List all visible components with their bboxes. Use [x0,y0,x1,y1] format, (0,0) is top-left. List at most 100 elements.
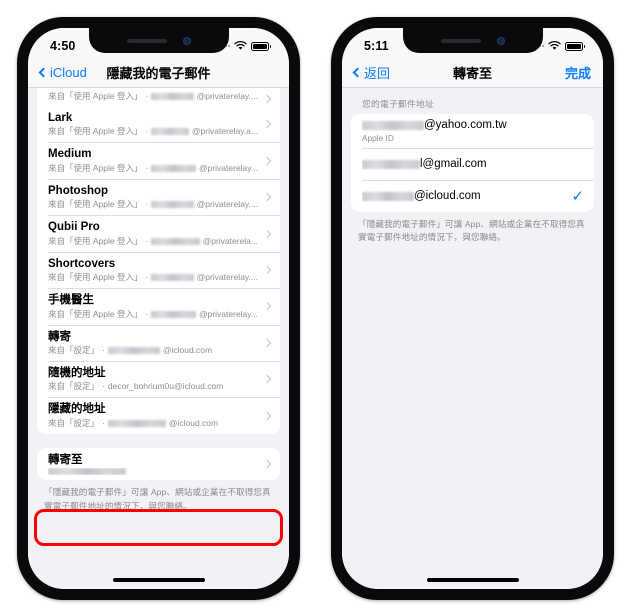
checkmark-icon: ✓ [571,187,584,205]
subtitle-source: 來自「使用 Apple 登入」 [48,199,143,210]
footnote-right: 「隱藏我的電子郵件」可讓 App、網站或企業在不取得您真實電子郵件地址的情況下，… [358,219,585,243]
back-button-label: 返回 [364,66,391,81]
table-row[interactable]: Photoshop 來自「使用 Apple 登入」 · @privaterelay..… [37,178,280,215]
table-row[interactable]: 隱藏的地址 來自「設定」 · @icloud.com [37,397,280,433]
email-option-row[interactable]: @yahoo.com.tw Apple ID [351,114,594,148]
home-indicator[interactable] [112,578,205,582]
hide-my-email-list: Lark 來自「使用 Apple 登入」 · @privaterelay.a... Me… [37,106,280,434]
screen-left: 4:50 iCloud 隱藏我的電子郵件 來自「使用 Apple 登入」 · @… [28,28,289,589]
forward-to-row[interactable]: 轉寄至 [37,448,280,480]
table-row[interactable]: 轉寄來自「設定」 · @icloud.com [37,324,280,361]
redacted-email-local-part [151,274,194,282]
row-main: @icloud.com [362,190,565,202]
list-item-title: Photoshop [48,184,109,197]
status-time: 4:50 [50,39,76,53]
list-content-right[interactable]: 您的電子郵件地址 @yahoo.com.tw Apple ID l@gmail.co… [342,88,603,589]
subtitle-domain: @privaterelay.... [196,272,258,283]
list-item-subtitle: 來自「設定」 · @icloud.com [48,418,258,429]
table-row[interactable]: Qubii Pro 來自「使用 Apple 登入」 · @privaterela... [37,215,280,251]
subtitle-separator: · [145,199,149,210]
list-item-subtitle: 來自「使用 Apple 登入」 · @privaterelay.... [48,272,258,283]
row-main: 隱藏的地址 來自「設定」 · @icloud.com [48,402,258,428]
subtitle-domain: @icloud.com [162,344,213,355]
subtitle-domain: @privaterela... [202,235,258,246]
notch [402,28,543,53]
footnote-left: 「隱藏我的電子郵件」可讓 App、網站或企業在不取得您真實電子郵件地址的情況下，… [44,487,271,511]
row-main: 轉寄至 [48,453,258,476]
partial-row-main: 來自「使用 Apple 登入」 · @privaterelay.... [48,90,258,102]
email-domain: @yahoo.com.tw [424,119,507,131]
email-option-row[interactable]: l@gmail.com [351,148,594,180]
list-item-subtitle: 來自「使用 Apple 登入」 · @privaterelay... [48,309,258,320]
email-option-row[interactable]: @icloud.com ✓ [351,180,594,212]
subtitle-separator: · [102,417,105,428]
forward-to-card: 轉寄至 [37,447,280,481]
row-main: Shortcovers 來自「使用 Apple 登入」 · @privaterelay… [48,257,258,283]
subtitle-source: 來自「使用 Apple 登入」 [48,235,143,246]
row-main: Qubii Pro 來自「使用 Apple 登入」 · @privaterela... [48,220,258,246]
redacted-email-local-part [151,310,196,318]
list-item-subtitle: 來自「使用 Apple 登入」 · @privaterelay... [48,163,258,174]
redacted-email-local-part [151,201,194,209]
screenshot-stage: 4:50 iCloud 隱藏我的電子郵件 來自「使用 Apple 登入」 · @… [0,0,632,611]
subtitle-source: 來自「使用 Apple 登入」 [48,272,143,283]
iphone-right: 5:11 返回 轉寄至 完成 您的電子郵件地址 @yahoo.com.tw Ap… [331,17,614,600]
list-item-title: 轉寄 [48,330,71,343]
subtitle-source: 來自「設定」 [48,417,100,428]
screen-right: 5:11 返回 轉寄至 完成 您的電子郵件地址 @yahoo.com.tw Ap… [342,28,603,589]
redacted-email-local-part [362,120,424,130]
subtitle-domain: @icloud.com [168,417,219,428]
table-row[interactable]: 隨機的地址 來自「設定」 · decor_bohrium0u@icloud.com [37,361,280,397]
table-row[interactable]: Medium 來自「使用 Apple 登入」 · @privaterelay... [37,142,280,178]
chevron-right-icon [262,302,272,311]
home-indicator[interactable] [426,578,519,582]
table-row[interactable]: Lark 來自「使用 Apple 登入」 · @privaterelay.a... [37,106,280,142]
chevron-right-icon [262,229,272,238]
row-main: @yahoo.com.tw Apple ID [362,119,584,143]
chevron-right-icon [262,411,272,420]
subtitle-domain: decor_bohrium0u@icloud.com [107,381,224,392]
chevron-right-icon [262,374,272,384]
subtitle-domain: @privaterelay.... [196,91,258,101]
list-item-subtitle: 來自「設定」 · decor_bohrium0u@icloud.com [48,381,258,392]
list-content-left[interactable]: 來自「使用 Apple 登入」 · @privaterelay.... Lark… [28,88,289,589]
redacted-email-local-part [362,191,414,201]
back-button-return[interactable]: 返回 [352,63,391,82]
status-time: 5:11 [364,39,389,53]
nav-bar-right: 返回 轉寄至 完成 [342,58,603,88]
battery-icon [565,41,585,51]
chevron-right-icon [262,338,272,348]
subtitle-source: 來自「使用 Apple 登入」 [48,91,143,101]
subtitle-separator: · [145,126,149,137]
forward-to-value [48,468,258,476]
back-button-label: iCloud [50,65,87,80]
chevron-right-icon [262,265,272,275]
list-item-subtitle: 來自「使用 Apple 登入」 · @privaterelay.a... [48,126,258,137]
subtitle-domain: @privaterelay.a... [191,126,258,137]
email-row-subtitle: Apple ID [362,133,394,143]
wifi-icon [234,41,247,51]
subtitle-source: 來自「設定」 [48,344,100,355]
table-row[interactable]: Shortcovers 來自「使用 Apple 登入」 · @privaterelay… [37,251,280,288]
list-item-title: Medium [48,148,92,161]
list-item-subtitle: 來自「設定」 · @icloud.com [48,345,258,356]
email-domain: l@gmail.com [420,158,487,170]
chevron-right-icon [262,120,272,129]
row-main: 隨機的地址 來自「設定」 · decor_bohrium0u@icloud.com [48,366,258,392]
row-main: Lark 來自「使用 Apple 登入」 · @privaterelay.a... [48,111,258,137]
subtitle-source: 來自「使用 Apple 登入」 [48,162,143,173]
list-item-partial[interactable]: 來自「使用 Apple 登入」 · @privaterelay.... [37,88,280,107]
list-item-title: Lark [48,112,73,125]
section-header-your-emails: 您的電子郵件地址 [362,99,434,109]
back-button-icloud[interactable]: iCloud [38,65,87,80]
row-main: 轉寄來自「設定」 · @icloud.com [48,330,258,356]
email-domain: @icloud.com [414,190,481,202]
redacted-email-local-part [151,128,189,136]
subtitle-domain: @privaterelay... [198,308,258,319]
front-camera-icon [182,36,191,45]
chevron-right-icon [262,94,272,104]
subtitle-separator: · [145,308,149,319]
subtitle-separator: · [145,91,149,101]
done-button[interactable]: 完成 [565,63,591,82]
table-row[interactable]: 手機醫生 來自「使用 Apple 登入」 · @privaterelay... [37,288,280,324]
